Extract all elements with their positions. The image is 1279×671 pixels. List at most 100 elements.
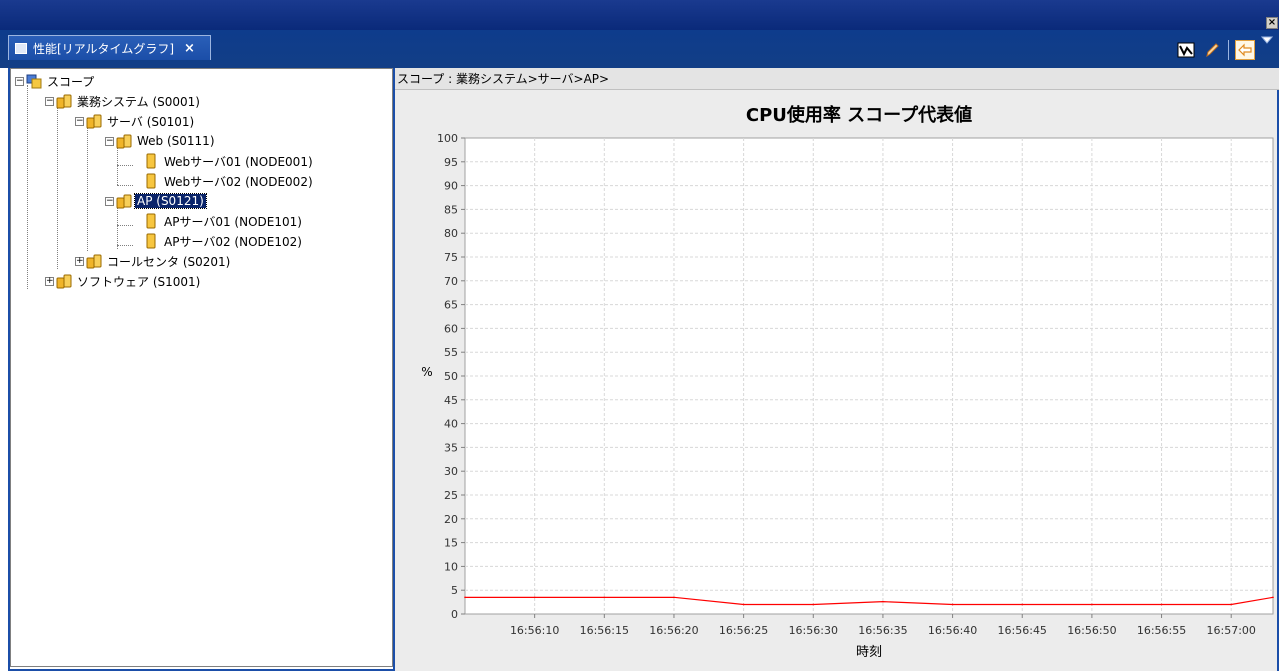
tree-item-label: サーバ (S0101)	[107, 114, 195, 129]
x-tick-label: 16:56:40	[928, 624, 977, 637]
tree-item-label: スコープ	[47, 74, 95, 89]
node-icon	[146, 153, 156, 169]
scope-folder-icon	[86, 254, 102, 269]
tab-title: 性能[リアルタイムグラフ]	[33, 41, 175, 56]
scope-root-icon	[26, 74, 42, 89]
collapse-icon[interactable]: −	[105, 196, 114, 206]
y-tick-label: 5	[451, 584, 458, 597]
tree-guide	[27, 85, 28, 289]
view-menu-icon[interactable]	[1261, 36, 1273, 64]
tree-guide	[117, 165, 133, 166]
window-close-icon[interactable]: ×	[1266, 17, 1278, 29]
tree-guide	[57, 105, 58, 269]
back-arrow-icon[interactable]	[1235, 40, 1255, 60]
scope-tree[interactable]: − スコープ − 業務システム (S0001) − サーバ (S0101) − …	[10, 68, 393, 667]
tree-item-node[interactable]: Webサーバ01 (NODE001)	[143, 151, 315, 171]
x-tick-label: 16:57:00	[1207, 624, 1256, 637]
x-tick-label: 16:56:30	[789, 624, 838, 637]
collapse-icon[interactable]: −	[45, 96, 54, 106]
scope-folder-icon	[56, 274, 72, 289]
tab-performance-realtime-graph[interactable]: 性能[リアルタイムグラフ] ×	[8, 35, 211, 60]
tree-item-node[interactable]: APサーバ02 (NODE102)	[143, 231, 304, 251]
y-tick-label: 10	[444, 560, 458, 573]
tab-close-icon[interactable]: ×	[184, 41, 195, 56]
tree-item-label: 業務システム (S0001)	[77, 94, 200, 109]
tree-item-scope[interactable]: + ソフトウェア (S1001)	[45, 271, 202, 291]
y-tick-label: 65	[444, 299, 458, 312]
scope-folder-icon	[116, 134, 132, 149]
chart-title: CPU使用率 スコープ代表値	[746, 104, 972, 126]
y-tick-label: 30	[444, 465, 458, 478]
cpu-usage-line-chart: CPU使用率 スコープ代表値 0 5 10 15 20 25 30 35 40 45 50 55 60 65…	[421, 104, 1274, 660]
pencil-icon[interactable]	[1202, 40, 1222, 60]
y-axis-label: %	[421, 365, 432, 379]
view-icon	[15, 42, 27, 54]
node-icon	[146, 233, 156, 249]
y-tick-label: 35	[444, 441, 458, 454]
collapse-icon[interactable]: −	[75, 116, 84, 126]
view-tab-bar: 性能[リアルタイムグラフ] ×	[0, 30, 1279, 68]
tree-item-scope[interactable]: − サーバ (S0101)	[75, 111, 196, 131]
x-tick-label: 16:56:15	[580, 624, 629, 637]
chart-line-icon[interactable]	[1176, 40, 1196, 60]
y-tick-label: 75	[444, 251, 458, 264]
tree-item-label: Webサーバ01 (NODE001)	[164, 154, 313, 169]
tree-item-node[interactable]: APサーバ01 (NODE101)	[143, 211, 304, 231]
collapse-icon[interactable]: −	[15, 76, 24, 86]
tree-item-scope[interactable]: − Web (S0111)	[105, 131, 217, 151]
x-tick-label: 16:56:35	[858, 624, 907, 637]
y-tick-label: 55	[444, 346, 458, 359]
y-tick-label: 90	[444, 180, 458, 193]
tree-item-scope[interactable]: − 業務システム (S0001)	[45, 91, 202, 111]
y-tick-label: 100	[437, 132, 458, 145]
tree-guide	[117, 185, 133, 186]
node-icon	[146, 173, 156, 189]
tree-item-label: Web (S0111)	[137, 134, 215, 148]
y-tick-label: 25	[444, 489, 458, 502]
y-tick-label: 20	[444, 513, 458, 526]
y-tick-label: 15	[444, 537, 458, 550]
data-point	[533, 596, 536, 599]
x-axis-label: 時刻	[856, 645, 882, 660]
data-point	[1272, 596, 1274, 599]
tree-item-label: ソフトウェア (S1001)	[77, 274, 201, 289]
tree-item-scope-selected[interactable]: − AP (S0121)	[105, 191, 207, 211]
x-tick-label: 16:56:55	[1137, 624, 1186, 637]
chart-area: CPU使用率 スコープ代表値 0 5 10 15 20 25 30 35 40 45 50 55 60 65…	[395, 90, 1277, 671]
y-tick-label: 0	[451, 608, 458, 621]
tree-item-label: Webサーバ02 (NODE002)	[164, 174, 313, 189]
tree-guide	[117, 225, 133, 226]
x-tick-label: 16:56:20	[649, 624, 698, 637]
tree-item-scope[interactable]: + コールセンタ (S0201)	[75, 251, 232, 271]
y-tick-label: 80	[444, 227, 458, 240]
tree-guide	[117, 245, 133, 246]
data-point	[812, 603, 815, 606]
y-tick-label: 70	[444, 275, 458, 288]
x-tick-label: 16:56:45	[998, 624, 1047, 637]
node-icon	[146, 213, 156, 229]
breadcrumb: スコープ : 業務システム>サーバ>AP>	[395, 68, 1279, 90]
y-tick-label: 95	[444, 156, 458, 169]
y-tick-label: 60	[444, 322, 458, 335]
data-point	[882, 600, 884, 603]
collapse-icon[interactable]: −	[105, 136, 114, 146]
view-toolbar	[1176, 36, 1279, 64]
tree-item-label: コールセンタ (S0201)	[107, 254, 231, 269]
y-tick-label: 45	[444, 394, 458, 407]
x-tick-label: 16:56:25	[719, 624, 768, 637]
data-point	[603, 596, 606, 599]
tree-item-node[interactable]: Webサーバ02 (NODE002)	[143, 171, 315, 191]
expand-icon[interactable]: +	[45, 276, 54, 286]
window-title-bar: ×	[0, 0, 1279, 30]
graph-pane: スコープ : 業務システム>サーバ>AP> CPU使用率 スコープ代表値 0 5 10…	[395, 68, 1279, 671]
x-tick-label: 16:56:50	[1067, 624, 1116, 637]
data-point	[1230, 603, 1233, 606]
x-tick-label: 16:56:10	[510, 624, 559, 637]
tree-item-scope-root[interactable]: − スコープ	[15, 71, 96, 91]
data-point	[1160, 603, 1163, 606]
scope-folder-icon	[116, 194, 132, 209]
data-point	[1021, 603, 1024, 606]
tree-item-label: AP (S0121)	[134, 193, 207, 209]
data-point	[742, 603, 745, 606]
expand-icon[interactable]: +	[75, 256, 84, 266]
